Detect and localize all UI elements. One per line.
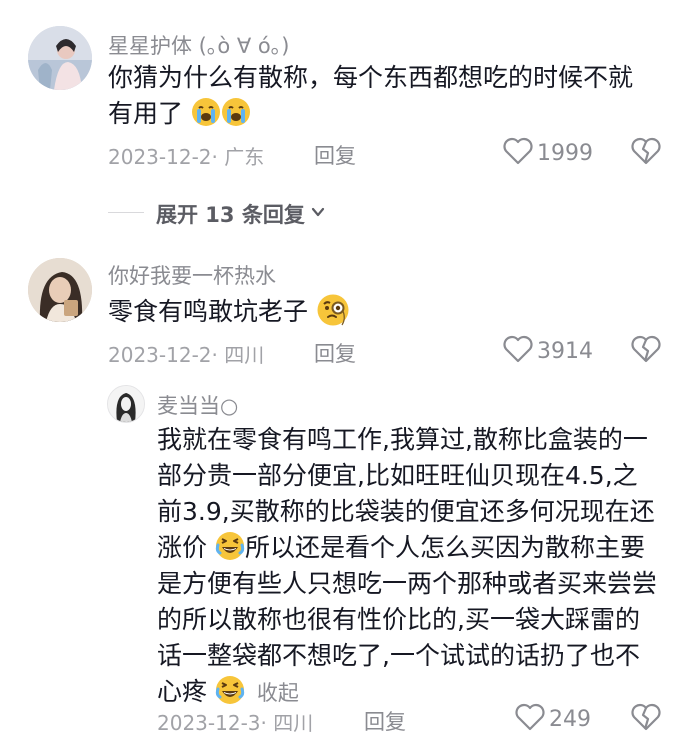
comment-date-location: 2023-12-2· 四川 <box>108 343 265 367</box>
comment-text-content: 零食有鸣敢坑老子 <box>108 297 309 326</box>
collapse-button[interactable]: 收起 <box>257 681 299 705</box>
like-count: 249 <box>549 706 591 732</box>
comment-text: 你猜为什么有散称，每个东西都想吃的时候不就有用了 <box>108 60 653 132</box>
reply-button[interactable]: 回复 <box>364 706 406 736</box>
like-count: 3914 <box>537 338 593 364</box>
expand-replies-label: 展开 13 条回复 <box>156 203 305 227</box>
avatar[interactable] <box>28 26 92 90</box>
dislike-button[interactable] <box>630 136 662 170</box>
laughing-crying-face-icon <box>215 675 245 705</box>
like-button[interactable]: 1999 <box>502 136 593 170</box>
laughing-crying-face-icon <box>215 531 245 561</box>
chevron-down-icon <box>309 203 327 225</box>
heart-icon <box>502 136 534 170</box>
comment-username[interactable]: 你好我要一杯热水 <box>108 260 276 290</box>
avatar[interactable] <box>107 385 145 423</box>
crying-face-icon <box>191 97 221 127</box>
reply-username[interactable]: 麦当当○ <box>157 390 238 420</box>
heart-icon <box>514 702 546 736</box>
avatar[interactable] <box>28 258 92 322</box>
reply-button[interactable]: 回复 <box>314 338 356 368</box>
heart-icon <box>502 334 534 368</box>
comment-text-content: 你猜为什么有散称，每个东西都想吃的时候不就有用了 <box>108 63 634 128</box>
avatar-image <box>28 26 92 90</box>
like-button[interactable]: 249 <box>514 702 591 736</box>
broken-heart-icon <box>630 702 662 736</box>
comment-date-location: 2023-12-2· 广东 <box>108 145 265 169</box>
like-button[interactable]: 3914 <box>502 334 593 368</box>
broken-heart-icon <box>630 334 662 368</box>
comment-username[interactable]: 星星护体 (｡ò ∀ ó｡) <box>108 30 289 60</box>
monocle-face-icon <box>316 293 350 327</box>
comment-text: 零食有鸣敢坑老子 <box>108 293 653 330</box>
dislike-button[interactable] <box>630 334 662 368</box>
broken-heart-icon <box>630 136 662 170</box>
reply-date-location: 2023-12-3· 四川 <box>157 711 314 735</box>
crying-face-icon <box>221 97 251 127</box>
avatar-image <box>28 258 92 322</box>
reply-text: 我就在零食有鸣工作,我算过,散称比盒装的一部分贵一部分便宜,比如旺旺仙贝现在4.… <box>157 422 657 711</box>
avatar-image <box>108 386 144 422</box>
expand-replies-button[interactable]: 展开 13 条回复 <box>156 199 327 229</box>
divider-line <box>108 212 144 213</box>
reply-button[interactable]: 回复 <box>314 140 356 170</box>
dislike-button[interactable] <box>630 702 662 736</box>
like-count: 1999 <box>537 140 593 166</box>
